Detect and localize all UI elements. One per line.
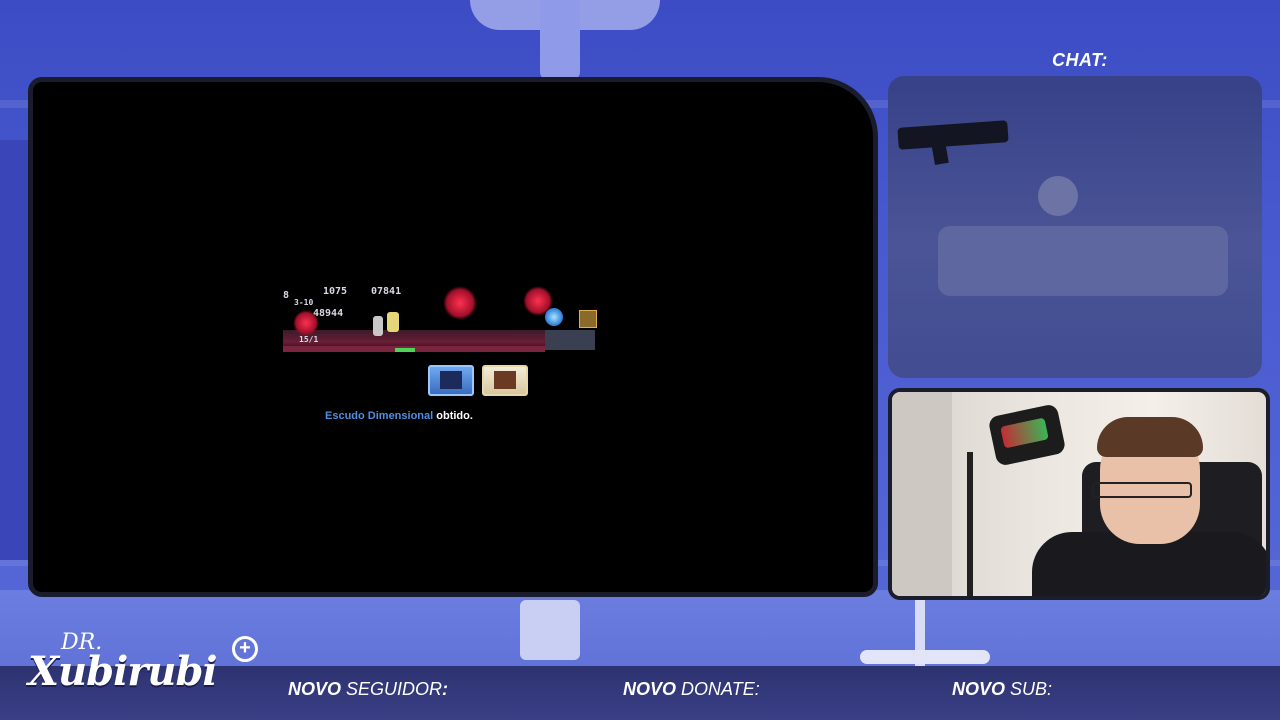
hero-sprite — [387, 312, 399, 332]
red-potion-icon — [293, 310, 319, 336]
game-hud: 8 3-10 1075 48944 07841 15/1 — [283, 280, 597, 354]
new-donate-colon: : — [754, 679, 760, 699]
logo-name: Xubirubi — [28, 648, 218, 695]
hud-status-box — [545, 330, 595, 350]
new-follower-strong: NOVO — [288, 679, 342, 699]
shield-glyph — [440, 371, 462, 389]
gold-chest-icon — [579, 310, 597, 328]
new-follower-colon: : — [442, 679, 449, 699]
new-follower-label: NOVO SEGUIDOR: — [288, 679, 448, 700]
streamer-hair — [1097, 417, 1203, 457]
plus-icon: + — [232, 636, 258, 662]
new-sub-strong: NOVO — [952, 679, 1006, 699]
chest-glyph — [494, 371, 516, 389]
new-follower-word: SEGUIDOR — [346, 679, 443, 699]
game-capture-window: 8 3-10 1075 48944 07841 15/1 Escudo Dime… — [28, 77, 878, 597]
skull-burst-icon — [443, 286, 477, 320]
ally-sprite — [373, 316, 383, 336]
chat-overlay — [888, 76, 1262, 378]
new-donate-strong: NOVO — [623, 679, 677, 699]
item-name: Escudo Dimensional — [325, 410, 434, 422]
hud-stat-b: 07841 — [371, 286, 402, 297]
webcam-feed — [888, 388, 1270, 600]
medical-cart — [520, 600, 580, 660]
hero-hp-bar — [395, 348, 415, 352]
dimensional-shield-icon[interactable] — [428, 365, 474, 396]
chat-title: CHAT: — [1052, 50, 1108, 70]
new-sub-colon: : — [1047, 679, 1053, 699]
item-obtained-message: Escudo Dimensional obtido. — [325, 410, 473, 422]
wall-cabinet — [0, 140, 30, 560]
hud-count: 8 — [283, 290, 290, 301]
treasure-chest-icon[interactable] — [482, 365, 528, 396]
hud-counter: 15/1 — [299, 335, 319, 344]
obtained-suffix: obtido. — [433, 410, 473, 422]
webcam-door — [892, 392, 952, 596]
chat-panel[interactable] — [888, 76, 1262, 378]
ceiling-lamp-arm — [540, 0, 580, 80]
new-sub-word: SUB — [1010, 679, 1048, 699]
streamer-glasses — [1092, 482, 1192, 498]
hud-gold: 1075 — [323, 286, 348, 297]
blue-orb-icon — [545, 308, 563, 326]
hud-range: 3-10 — [294, 298, 314, 307]
new-donate-word: DONATE — [681, 679, 755, 699]
new-sub-label: NOVO SUB: — [952, 679, 1052, 700]
iv-stand-base — [860, 650, 990, 664]
mic-arm — [967, 452, 973, 596]
channel-logo: DR. Xubirubi + — [26, 630, 266, 710]
new-donate-label: NOVO DONATE: — [623, 679, 760, 700]
